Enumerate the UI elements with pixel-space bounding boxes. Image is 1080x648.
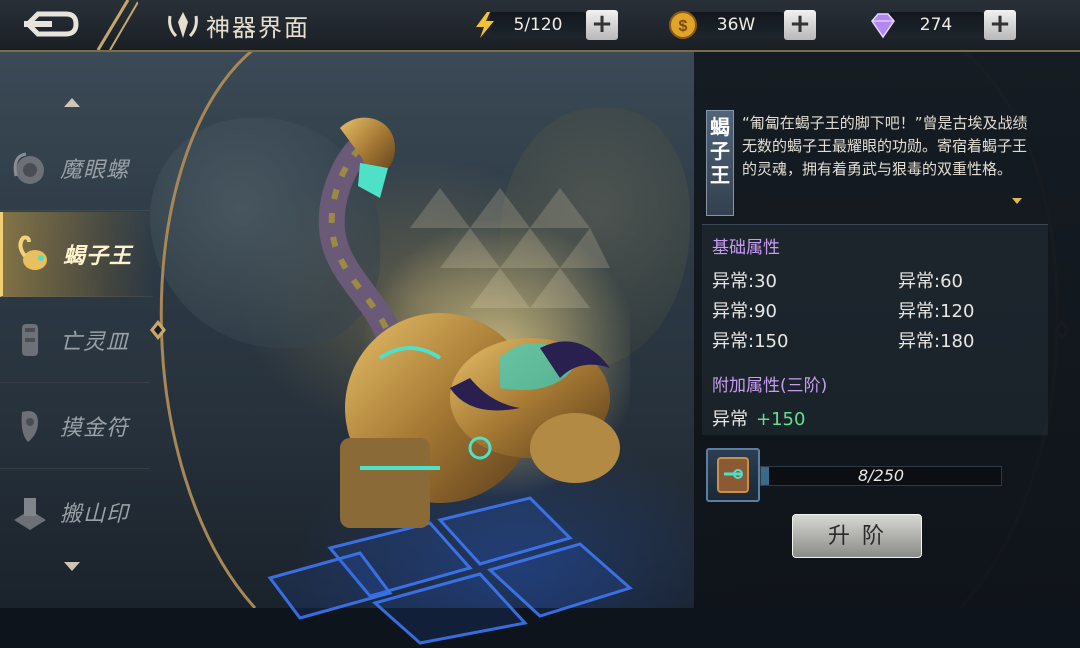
artifact-item-label: 蝎子王 xyxy=(63,243,133,269)
back-arrow-icon xyxy=(24,11,79,37)
artifact-item-banshanyin[interactable]: 搬山印 xyxy=(0,470,150,554)
gold-value: 36W xyxy=(716,15,756,35)
page-title: 神器界面 xyxy=(206,14,310,42)
left-frame-handle xyxy=(150,320,166,340)
artifact-item-mojinfu[interactable]: 摸金符 xyxy=(0,384,150,469)
top-bar: 神器界面 5/120 + $ 36W + 274 + xyxy=(0,0,1080,52)
artifact-item-label: 亡灵皿 xyxy=(60,330,130,355)
artifact-emblem-icon xyxy=(168,12,198,38)
diamond-value: 274 xyxy=(919,15,953,35)
artifact-item-moyanluo[interactable]: 魔眼螺 xyxy=(0,126,150,211)
base-attributes-title: 基础属性 xyxy=(712,238,780,258)
scroll-up-arrow-icon[interactable] xyxy=(64,98,80,107)
svg-text:$: $ xyxy=(679,18,688,35)
scorpion-icon xyxy=(18,235,47,270)
base-attribute: 异常:90 xyxy=(712,301,777,322)
seal-icon xyxy=(14,498,46,530)
chalice-icon xyxy=(22,324,38,356)
talisman-icon xyxy=(21,411,38,442)
material-progress-bar: 8/250 xyxy=(760,466,1002,486)
artifact-item-wanglingmin[interactable]: 亡灵皿 xyxy=(0,298,150,383)
add-stamina-button[interactable]: + xyxy=(586,10,618,40)
extra-attributes-title: 附加属性(三阶) xyxy=(712,376,828,396)
scroll-more-arrow-icon[interactable] xyxy=(1012,198,1022,204)
base-attribute: 异常:180 xyxy=(898,331,975,352)
stamina-value: 5/120 xyxy=(513,15,563,35)
upgrade-button[interactable]: 升阶 xyxy=(792,514,922,558)
artifact-item-xiezi[interactable]: 蝎子王 xyxy=(0,212,153,297)
upgrade-material-icon[interactable] xyxy=(706,448,760,502)
tablet-icon xyxy=(717,457,749,493)
scroll-down-arrow-icon[interactable] xyxy=(64,562,80,571)
extra-attribute: 异常 +150 xyxy=(712,405,805,431)
base-attribute: 异常:30 xyxy=(712,271,777,292)
back-button[interactable] xyxy=(14,5,86,43)
extra-attribute-value: +150 xyxy=(756,409,806,430)
base-attribute: 异常:150 xyxy=(712,331,789,352)
artifact-item-label: 魔眼螺 xyxy=(60,158,130,183)
add-diamond-button[interactable]: + xyxy=(984,10,1016,40)
material-progress-text: 8/250 xyxy=(857,466,905,485)
title-separator xyxy=(96,0,138,50)
artifact-description[interactable]: “匍匐在蝎子王的脚下吧！”曾是古埃及战绩无数的蝎子王最耀眼的功勋。寄宿着蝎子王的… xyxy=(742,112,1032,204)
artifact-item-label: 搬山印 xyxy=(60,502,130,527)
artifact-name-tag: 蝎子王 xyxy=(706,110,734,216)
snail-icon xyxy=(13,152,44,184)
attributes-panel: 基础属性 异常:30 异常:60 异常:90 异常:120 异常:150 异常:… xyxy=(702,224,1048,435)
artifact-detail-panel: 蝎子王 “匍匐在蝎子王的脚下吧！”曾是古埃及战绩无数的蝎子王最耀眼的功勋。寄宿着… xyxy=(694,52,1080,608)
base-attribute: 异常:120 xyxy=(898,301,975,322)
artifact-name: 蝎子王 xyxy=(710,115,730,187)
artifact-item-label: 摸金符 xyxy=(60,416,130,441)
base-attribute: 异常:60 xyxy=(898,271,963,292)
triangle-pattern xyxy=(410,188,610,308)
add-gold-button[interactable]: + xyxy=(784,10,816,40)
extra-attribute-label: 异常 xyxy=(712,409,748,430)
